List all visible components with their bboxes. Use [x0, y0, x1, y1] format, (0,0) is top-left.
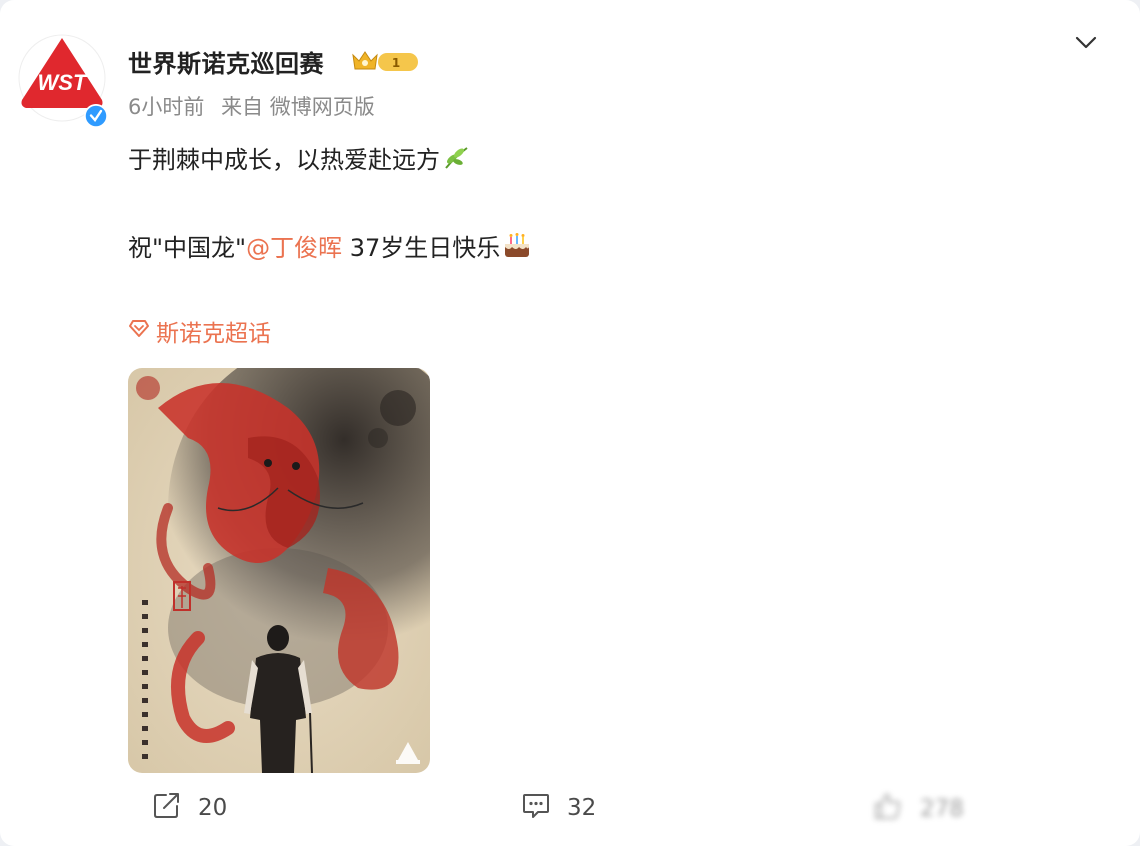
share-button[interactable]: 20: [152, 790, 227, 826]
post-source: 来自 微博网页版: [221, 95, 375, 119]
like-button[interactable]: 278: [872, 790, 964, 828]
like-count: 278: [920, 796, 964, 822]
post-text-line-1: 于荆棘中成长，以热爱赴远方: [128, 140, 470, 178]
topic-link[interactable]: 斯诺克超话: [128, 314, 271, 348]
post-image[interactable]: [128, 368, 430, 773]
comment-button[interactable]: 32: [521, 790, 596, 826]
post-text-suffix: 37岁生日快乐: [342, 234, 501, 262]
username[interactable]: 世界斯诺克巡回赛: [128, 44, 324, 79]
leaf-emoji-icon: [442, 144, 470, 178]
weibo-post-card: WST 世界斯诺克巡回赛 1 6小时前 来自 微博网页版 于荆棘中成长，以热爱赴…: [0, 0, 1140, 846]
post-meta: 6小时前 来自 微博网页版: [128, 91, 385, 121]
mention-link[interactable]: @丁俊晖: [246, 234, 342, 262]
comment-count: 32: [567, 795, 597, 821]
crown-icon[interactable]: 1: [350, 47, 420, 75]
verified-badge-icon: [84, 104, 108, 128]
post-text-line-2: 祝"中国龙"@丁俊晖 37岁生日快乐: [128, 228, 532, 266]
cake-emoji-icon: [502, 232, 532, 266]
share-icon: [152, 790, 182, 826]
vip-level: 1: [392, 56, 400, 70]
post-text: 于荆棘中成长，以热爱赴远方: [128, 146, 440, 174]
comment-icon: [521, 790, 551, 826]
share-count: 20: [198, 795, 228, 821]
diamond-icon: [128, 317, 150, 345]
thumbs-up-icon: [872, 790, 904, 828]
logo-text: WST: [38, 70, 88, 95]
post-text-prefix: 祝"中国龙": [128, 234, 247, 262]
topic-label: 斯诺克超话: [156, 321, 271, 347]
chevron-down-icon[interactable]: [1072, 28, 1100, 56]
post-time[interactable]: 6小时前: [128, 95, 204, 119]
